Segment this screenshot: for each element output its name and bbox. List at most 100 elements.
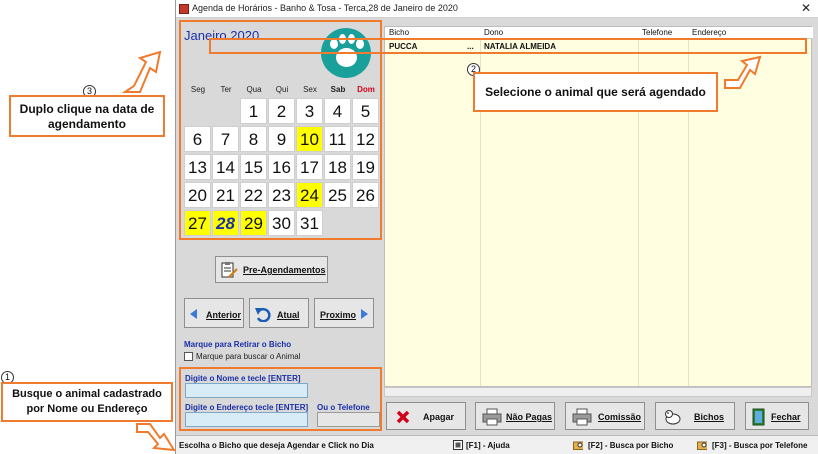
name-search-label: Digite o Nome e tecle [ENTER] xyxy=(185,374,301,383)
atual-label: Atual xyxy=(277,310,300,320)
weekday-label: Dom xyxy=(357,85,375,94)
pre-agendamentos-button[interactable]: Pre-Agendamentos xyxy=(215,256,328,283)
calendar-day[interactable]: 29 xyxy=(240,210,267,236)
exit-door-icon xyxy=(752,408,765,426)
status-f3[interactable]: [F3] - Busca por Telefone xyxy=(712,441,807,450)
bichos-label: Bichos xyxy=(694,412,725,422)
clipboard-pen-icon xyxy=(221,262,238,278)
title-bar: Agenda de Horários - Banho & Tosa - Terc… xyxy=(176,0,818,18)
calendar-day[interactable]: 24 xyxy=(296,182,323,208)
calendar-day[interactable]: 9 xyxy=(268,126,295,152)
weekday-label: Qua xyxy=(246,85,262,94)
calendar-day[interactable]: 13 xyxy=(184,154,211,180)
buscar-animal-checkbox[interactable] xyxy=(184,352,193,361)
calendar-day[interactable]: 1 xyxy=(240,98,267,124)
app-icon xyxy=(179,4,189,14)
col-bicho[interactable]: Bicho xyxy=(389,28,409,37)
calendar-days: 1 2 3 4 5 6 7 8 9 10 11 12 13 14 15 16 17 18 19 20 21 22 23 24 2… xyxy=(184,98,379,238)
apagar-label: Apagar xyxy=(423,412,455,422)
horizontal-scrollbar[interactable] xyxy=(384,387,812,397)
atual-button[interactable]: Atual xyxy=(249,298,309,328)
fechar-button[interactable]: Fechar xyxy=(745,402,809,430)
nao-pagas-label: Não Pagas xyxy=(506,412,553,422)
callout-3: Duplo clique na data de agendamento xyxy=(9,95,165,137)
weekday-label: Sex xyxy=(303,85,317,94)
retirar-bicho-title: Marque para Retirar o Bicho xyxy=(184,340,292,349)
comissao-button[interactable]: Comissão xyxy=(565,402,645,430)
proximo-label: Proximo xyxy=(320,310,357,320)
printer-icon xyxy=(572,408,592,426)
callout-2-text: Selecione o animal que será agendado xyxy=(485,85,706,99)
calendar-day[interactable]: 16 xyxy=(268,154,295,180)
calendar-day[interactable]: 3 xyxy=(296,98,323,124)
search-panel: Digite o Nome e tecle [ENTER] Digite o E… xyxy=(179,367,382,431)
calendar-day[interactable]: 10 xyxy=(296,126,323,152)
proximo-button[interactable]: Proximo xyxy=(314,298,374,328)
col-endereco[interactable]: Endereço xyxy=(692,28,726,37)
left-arrow-icon xyxy=(190,309,197,319)
dog-icon xyxy=(665,410,681,425)
nao-pagas-button[interactable]: Não Pagas xyxy=(475,402,555,430)
calendar-day[interactable]: 15 xyxy=(240,154,267,180)
status-f2[interactable]: [F2] - Busca por Bicho xyxy=(588,441,673,450)
delete-x-icon xyxy=(396,410,410,424)
calendar-day[interactable]: 5 xyxy=(352,98,379,124)
buscar-animal-label: Marque para buscar o Animal xyxy=(196,352,301,361)
calendar-day[interactable]: 6 xyxy=(184,126,211,152)
anterior-button[interactable]: Anterior xyxy=(184,298,244,328)
calendar-day[interactable]: 14 xyxy=(212,154,239,180)
right-arrow-icon xyxy=(361,309,368,319)
calendar-day[interactable]: 2 xyxy=(268,98,295,124)
calendar-day[interactable]: 28 xyxy=(212,210,239,236)
close-icon[interactable]: ✕ xyxy=(801,1,811,15)
apagar-button[interactable]: Apagar xyxy=(386,402,466,430)
printer-icon xyxy=(482,408,502,426)
calendar-day[interactable]: 11 xyxy=(324,126,351,152)
selected-row-highlight xyxy=(209,38,807,54)
callout-1-arrow-icon xyxy=(136,423,176,452)
calendar-day[interactable]: 4 xyxy=(324,98,351,124)
callout-3-text: Duplo clique na data de agendamento xyxy=(19,102,155,131)
calendar-day[interactable]: 8 xyxy=(240,126,267,152)
calendar-day[interactable]: 20 xyxy=(184,182,211,208)
callout-2: Selecione o animal que será agendado xyxy=(473,72,718,112)
calendar-day[interactable]: 21 xyxy=(212,182,239,208)
calendar-day[interactable]: 7 xyxy=(212,126,239,152)
calendar-day[interactable]: 30 xyxy=(268,210,295,236)
calendar-day[interactable]: 17 xyxy=(296,154,323,180)
anterior-label: Anterior xyxy=(206,310,242,320)
calendar-day[interactable]: 19 xyxy=(352,154,379,180)
weekday-label: Seg xyxy=(190,85,206,94)
address-search-label: Digite o Endereço tecle [ENTER] xyxy=(185,403,309,412)
calendar-day[interactable]: 18 xyxy=(324,154,351,180)
col-dono[interactable]: Dono xyxy=(484,28,503,37)
callout-1: Busque o animal cadastrado por Nome ou E… xyxy=(1,382,173,422)
callout-1-text: Busque o animal cadastrado por Nome ou E… xyxy=(12,388,162,415)
callout-2-arrow-icon xyxy=(724,55,762,89)
status-hint: Escolha o Bicho que deseja Agendar e Cli… xyxy=(179,441,374,450)
phone-search-input[interactable] xyxy=(317,412,380,427)
calendar-day[interactable]: 25 xyxy=(324,182,351,208)
comissao-label: Comissão xyxy=(598,412,642,422)
weekday-header: Seg Ter Qua Qui Sex Sab Dom xyxy=(184,85,379,97)
calendar-day[interactable]: 22 xyxy=(240,182,267,208)
weekday-label: Qui xyxy=(275,85,289,94)
calendar-day[interactable]: 23 xyxy=(268,182,295,208)
name-search-input[interactable] xyxy=(185,383,308,398)
bichos-button[interactable]: Bichos xyxy=(655,402,735,430)
calendar-day[interactable]: 31 xyxy=(296,210,323,236)
pre-agendamentos-label: Pre-Agendamentos xyxy=(243,265,326,275)
calendar-day[interactable]: 12 xyxy=(352,126,379,152)
weekday-label: Ter xyxy=(220,85,232,94)
col-telefone[interactable]: Telefone xyxy=(642,28,672,37)
fechar-label: Fechar xyxy=(771,412,801,422)
calendar-day[interactable]: 27 xyxy=(184,210,211,236)
callout-3-arrow-icon xyxy=(121,50,162,93)
weekday-label: Sab xyxy=(330,85,346,94)
address-search-input[interactable] xyxy=(185,412,308,427)
status-f1[interactable]: [F1] - Ajuda xyxy=(466,441,510,450)
undo-arrow-icon xyxy=(255,307,271,322)
calendar-day[interactable]: 26 xyxy=(352,182,379,208)
folder-search-icon xyxy=(573,441,583,450)
status-bar: Escolha o Bicho que deseja Agendar e Cli… xyxy=(176,435,818,454)
